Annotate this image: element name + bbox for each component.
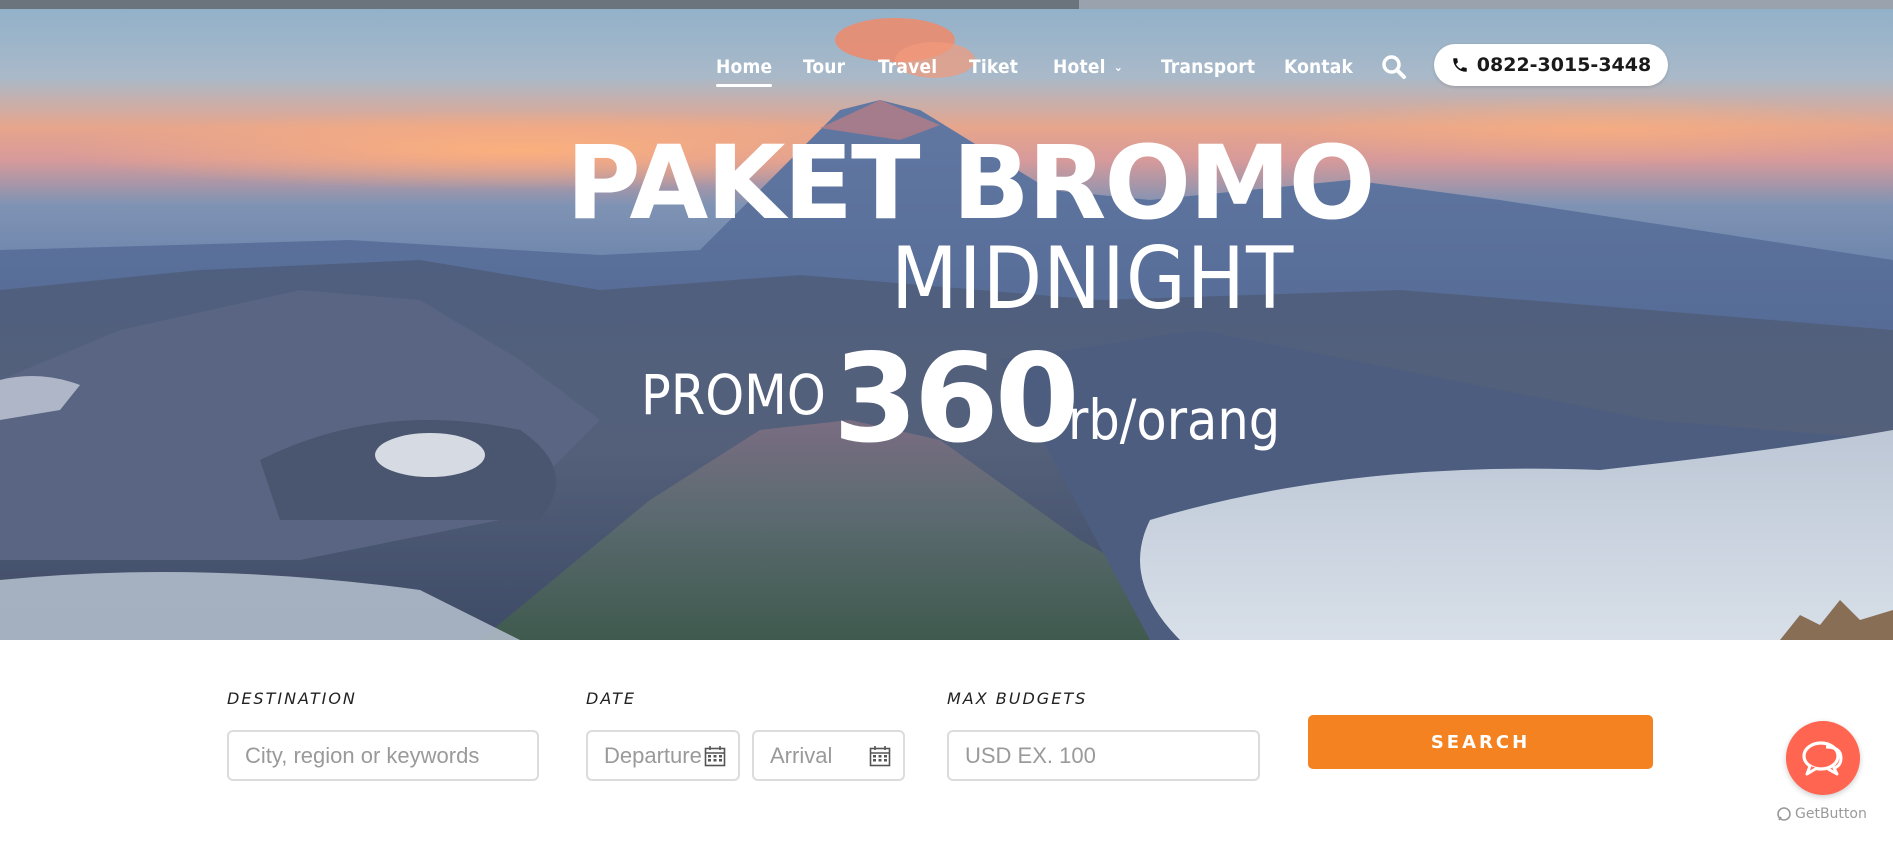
chat-widget-button[interactable] — [1786, 721, 1860, 795]
chevron-down-icon: ⌄ — [1113, 60, 1123, 74]
search-button[interactable]: SEARCH — [1308, 715, 1653, 769]
arrival-field-box — [752, 730, 905, 781]
getbutton-logo-icon — [1777, 807, 1791, 821]
nav-item-transport[interactable]: Transport — [1161, 56, 1255, 78]
nav-item-travel[interactable]: Travel — [878, 56, 937, 78]
nav-item-home[interactable]: Home — [716, 56, 773, 87]
promo-label: PROMO — [641, 363, 826, 427]
hero-title-line1: PAKET BROMO — [566, 124, 1375, 243]
nav-item-tiket[interactable]: Tiket — [969, 56, 1018, 78]
nav-item-tour[interactable]: Tour — [803, 56, 845, 78]
max-budget-label: MAX BUDGETS — [947, 689, 1088, 708]
date-label: DATE — [586, 689, 636, 708]
destination-label: DESTINATION — [227, 689, 357, 708]
page-progress-fill — [0, 0, 1079, 9]
calendar-icon[interactable] — [869, 745, 891, 767]
page-progress-bar — [0, 0, 1893, 9]
nav-item-kontak[interactable]: Kontak — [1284, 56, 1353, 78]
promo-price: 360 — [833, 328, 1080, 470]
hero-banner: Home Tour Travel Tiket Hotel ⌄ Transport … — [0, 0, 1893, 640]
nav-item-hotel[interactable]: Hotel ⌄ — [1053, 56, 1123, 78]
destination-input[interactable] — [245, 732, 523, 779]
departure-field-box — [586, 730, 740, 781]
max-budget-input[interactable] — [965, 732, 1244, 779]
nav-item-hotel-label: Hotel — [1053, 56, 1106, 78]
hero-title-line2: MIDNIGHT — [891, 229, 1295, 329]
chat-bubbles-icon — [1802, 741, 1843, 776]
phone-call-button[interactable]: 0822-3015-3448 — [1434, 44, 1668, 86]
search-icon[interactable] — [1381, 54, 1407, 80]
getbutton-credit[interactable]: GetButton — [1776, 806, 1867, 822]
budget-field-box — [947, 730, 1260, 781]
promo-price-unit: rb/orang — [1068, 388, 1281, 452]
arrival-date-input[interactable] — [770, 732, 870, 779]
getbutton-brand: GetButton — [1795, 806, 1867, 822]
departure-date-input[interactable] — [604, 732, 704, 779]
phone-icon — [1453, 58, 1467, 72]
calendar-icon[interactable] — [704, 745, 726, 767]
phone-number: 0822-3015-3448 — [1476, 54, 1652, 76]
destination-field-box — [227, 730, 539, 781]
